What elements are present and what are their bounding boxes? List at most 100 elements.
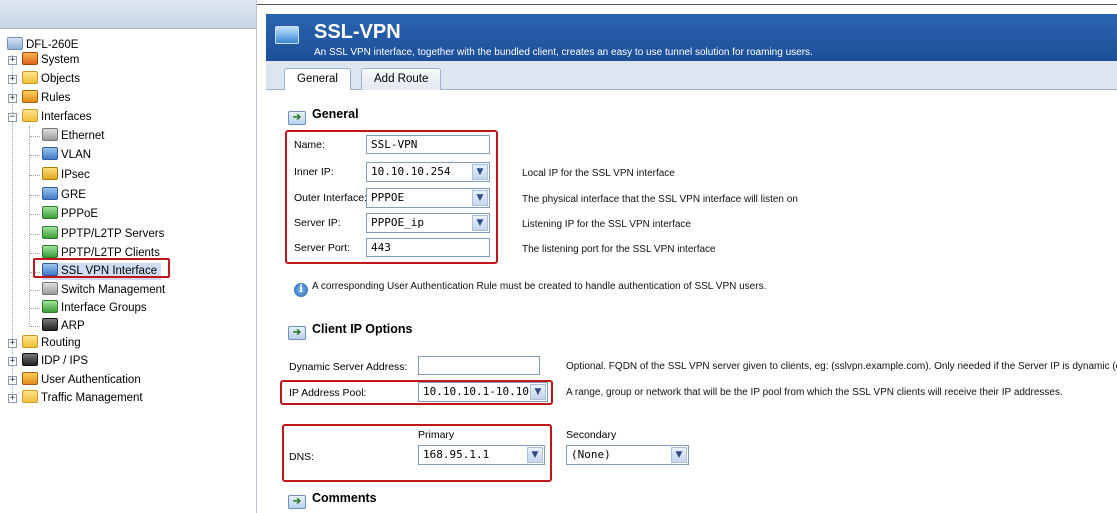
tree-item-label: PPTP/L2TP Servers xyxy=(61,228,165,240)
tree-item-label: Ethernet xyxy=(61,130,105,142)
tree-item-routing[interactable]: + Routing xyxy=(8,335,81,352)
tree-item-label: IPsec xyxy=(61,169,90,181)
section-arrow-icon: ➔ xyxy=(288,326,306,340)
tree-connector xyxy=(30,195,40,196)
tree-item-idp-ips[interactable]: + IDP / IPS xyxy=(8,353,88,370)
tree-item-label: GRE xyxy=(61,189,86,201)
chevron-down-icon[interactable]: ▼ xyxy=(527,447,543,463)
dns-secondary-value: (None) xyxy=(571,448,611,461)
chevron-down-icon[interactable]: ▼ xyxy=(472,164,488,180)
chevron-down-icon[interactable]: ▼ xyxy=(472,215,488,231)
user-authentication-icon xyxy=(22,372,38,385)
ip-address-pool-label: IP Address Pool: xyxy=(289,387,367,399)
dns-primary-header: Primary xyxy=(418,429,455,441)
section-comments: ➔ Comments xyxy=(288,491,377,509)
chevron-down-icon[interactable]: ▼ xyxy=(530,384,546,400)
tab-add-route[interactable]: Add Route xyxy=(361,68,442,90)
tree-header-bar xyxy=(0,0,256,29)
outer-interface-dropdown[interactable]: PPPOE ▼ xyxy=(366,188,490,208)
dns-secondary-header: Secondary xyxy=(566,429,617,441)
server-ip-help: Listening IP for the SSL VPN interface xyxy=(522,219,691,230)
info-note-text: A corresponding User Authentication Rule… xyxy=(312,281,767,292)
dns-secondary-dropdown[interactable]: (None) ▼ xyxy=(566,445,689,465)
expand-plus-icon[interactable]: + xyxy=(8,357,17,366)
expand-plus-icon[interactable]: + xyxy=(8,394,17,403)
inner-ip-value: 10.10.10.254 xyxy=(371,165,451,178)
tree-item-label: PPPoE xyxy=(61,208,99,220)
page-subtitle: An SSL VPN interface, together with the … xyxy=(314,47,813,58)
folder-icon xyxy=(22,71,38,84)
vlan-icon xyxy=(42,147,58,160)
name-field[interactable]: SSL-VPN xyxy=(366,135,490,154)
tree-item-objects[interactable]: + Objects xyxy=(8,71,80,88)
tree-item-label: IDP / IPS xyxy=(41,355,89,367)
pppoe-icon xyxy=(42,206,58,219)
arp-icon xyxy=(42,318,58,331)
tree-item-rules[interactable]: + Rules xyxy=(8,90,70,107)
idp-ips-icon xyxy=(22,353,38,366)
folder-icon xyxy=(22,109,38,122)
page-header: SSL-VPN An SSL VPN interface, together w… xyxy=(266,14,1117,61)
traffic-management-icon xyxy=(22,390,38,403)
expand-plus-icon[interactable]: + xyxy=(8,339,17,348)
tree-item-ethernet[interactable]: Ethernet xyxy=(42,128,104,145)
tree-connector xyxy=(30,326,40,327)
outer-interface-label: Outer Interface: xyxy=(294,192,367,204)
tree-item-gre[interactable]: GRE xyxy=(42,187,86,204)
dns-primary-dropdown[interactable]: 168.95.1.1 ▼ xyxy=(418,445,545,465)
tree-item-interface-groups[interactable]: Interface Groups xyxy=(42,300,147,317)
tab-bar: General Add Route xyxy=(266,61,1117,91)
server-port-field[interactable]: 443 xyxy=(366,238,490,257)
ethernet-icon xyxy=(42,128,58,141)
outer-interface-help: The physical interface that the SSL VPN … xyxy=(522,194,798,205)
inner-ip-help: Local IP for the SSL VPN interface xyxy=(522,168,675,179)
gre-icon xyxy=(42,187,58,200)
main-content: ➔ General Name: SSL-VPN Inner IP: 10.10.1… xyxy=(266,90,1117,513)
ip-address-pool-help: A range, group or network that will be t… xyxy=(566,387,1063,398)
tab-general[interactable]: General xyxy=(284,68,351,91)
rules-icon xyxy=(22,90,38,103)
tree-connector xyxy=(30,155,40,156)
collapse-minus-icon[interactable]: − xyxy=(8,113,17,122)
tree-item-pptp-l2tp-servers[interactable]: PPTP/L2TP Servers xyxy=(42,226,164,243)
switch-icon xyxy=(42,282,58,295)
server-port-label: Server Port: xyxy=(294,242,351,254)
section-general: ➔ General xyxy=(288,107,359,125)
pptp-client-icon xyxy=(42,245,58,258)
chevron-down-icon[interactable]: ▼ xyxy=(472,190,488,206)
tree-item-label: User Authentication xyxy=(41,374,141,386)
highlight-box-ssl-vpn xyxy=(33,258,170,278)
section-client-title: Client IP Options xyxy=(312,322,413,336)
tree-item-pppoe[interactable]: PPPoE xyxy=(42,206,98,223)
chevron-down-icon[interactable]: ▼ xyxy=(671,447,687,463)
tree-item-ipsec[interactable]: IPsec xyxy=(42,167,90,184)
section-comments-title: Comments xyxy=(312,491,377,505)
name-label: Name: xyxy=(294,139,325,151)
tree-item-interfaces[interactable]: − Interfaces xyxy=(8,109,92,126)
lock-icon xyxy=(42,167,58,180)
tree-item-arp[interactable]: ARP xyxy=(42,318,85,335)
expand-plus-icon[interactable]: + xyxy=(8,75,17,84)
tree-connector xyxy=(30,290,40,291)
server-ip-dropdown[interactable]: PPPOE_ip ▼ xyxy=(366,213,490,233)
tree-item-switch-management[interactable]: Switch Management xyxy=(42,282,165,299)
section-client-ip-options: ➔ Client IP Options xyxy=(288,322,412,340)
inner-ip-label: Inner IP: xyxy=(294,166,334,178)
tree-item-label: Traffic Management xyxy=(41,392,143,404)
expand-plus-icon[interactable]: + xyxy=(8,94,17,103)
ip-address-pool-dropdown[interactable]: 10.10.10.1-10.10.1 ▼ xyxy=(418,382,548,402)
expand-plus-icon[interactable]: + xyxy=(8,376,17,385)
tree-item-label: Interfaces xyxy=(41,111,92,123)
tree-item-label: Interface Groups xyxy=(61,302,147,314)
tree-item-vlan[interactable]: VLAN xyxy=(42,147,91,164)
dynamic-server-address-field[interactable] xyxy=(418,356,540,375)
tree-item-traffic-management[interactable]: + Traffic Management xyxy=(8,390,143,407)
tree-root-label: DFL-260E xyxy=(26,39,79,51)
tree-item-label: Objects xyxy=(41,73,80,85)
inner-ip-dropdown[interactable]: 10.10.10.254 ▼ xyxy=(366,162,490,182)
dns-primary-value: 168.95.1.1 xyxy=(423,448,490,461)
tree-item-system[interactable]: + System xyxy=(8,52,79,69)
tree-connector xyxy=(30,136,40,137)
tree-item-user-authentication[interactable]: + User Authentication xyxy=(8,372,141,389)
expand-plus-icon[interactable]: + xyxy=(8,56,17,65)
